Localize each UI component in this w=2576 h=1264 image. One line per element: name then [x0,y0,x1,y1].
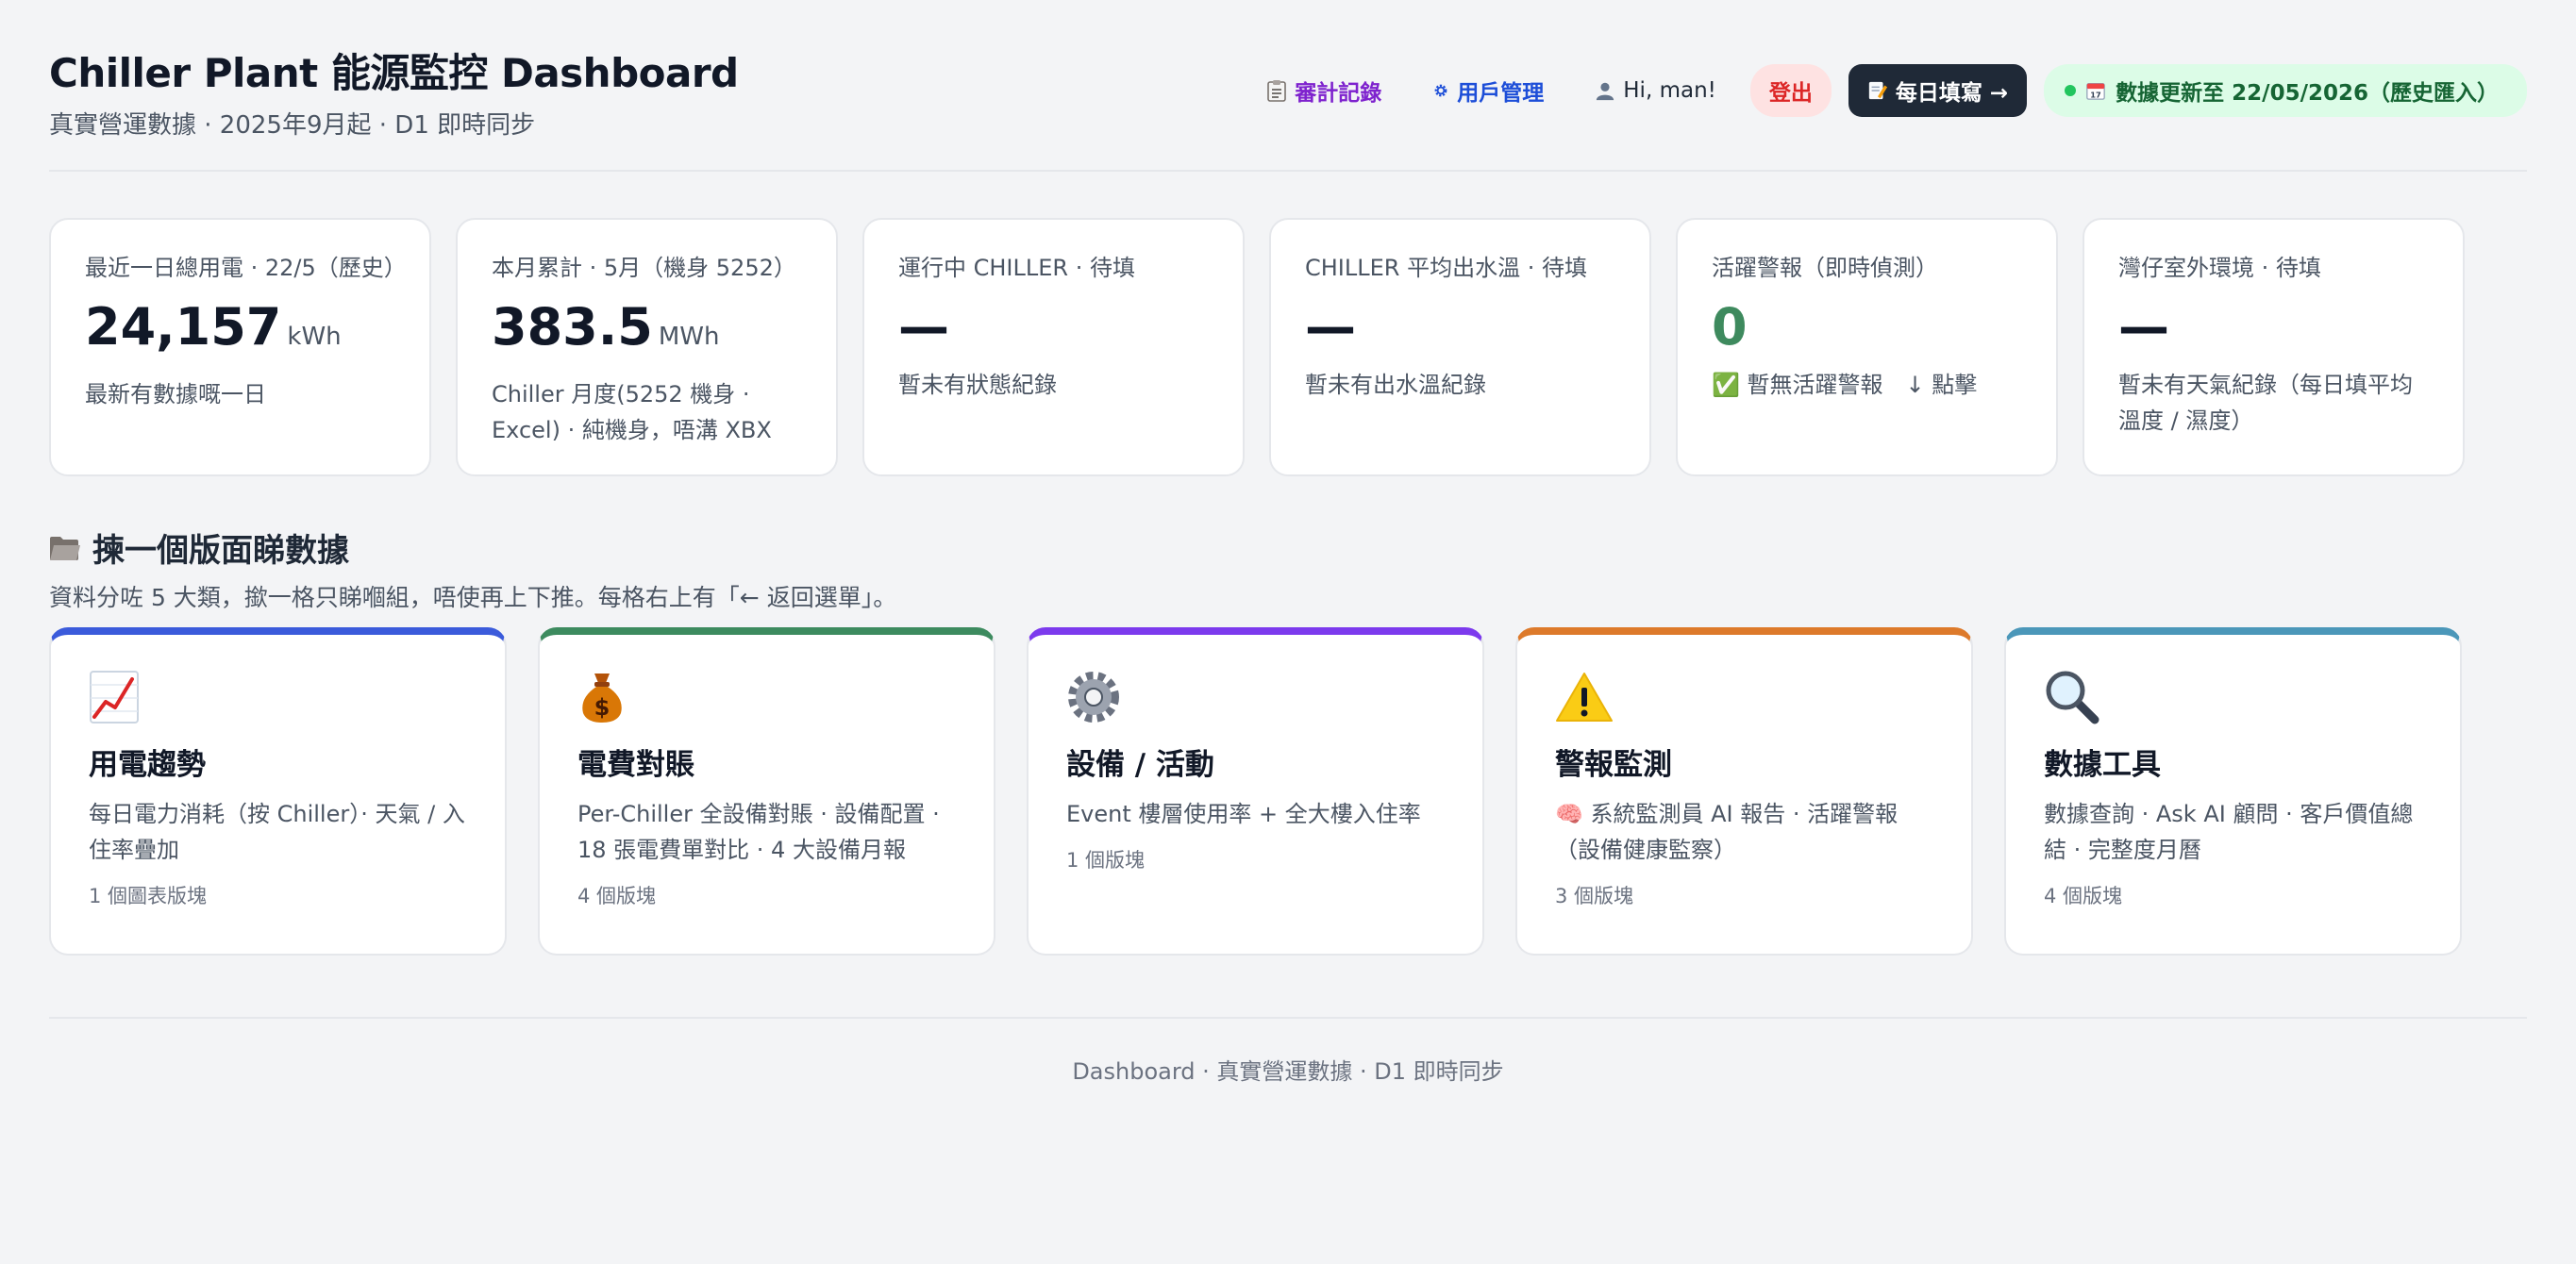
panel-title: 警報監測 [1555,748,1672,782]
audit-log-label: 審計記錄 [1295,81,1382,106]
status-text: 數據更新至 22/05/2026（歷史匯入） [2116,81,2499,106]
kpi-unit: kWh [287,323,342,351]
kpi-card-active-alarms[interactable]: 活躍警報（即時偵測） 0 ✅ 暫無活躍警報 ↓ 點擊 [1676,218,2058,476]
panel-description: 數據查詢 · Ask AI 顧問 · 客戶價值總結 · 完整度月曆 [2044,801,2414,863]
kpi-card-running-chillers: 運行中 CHILLER · 待填 — 暫未有狀態紀錄 [862,218,1245,476]
panel-description: 🧠 系統監測員 AI 報告 · 活躍警報（設備健康監察） [1555,801,1899,863]
kpi-card-monthly-total: 本月累計 · 5月（機身 5252） 383.5 MWh Chiller 月度(5… [456,218,838,476]
panel-energy-trend[interactable]: 用電趨勢 每日電力消耗（按 Chiller）· 天氣 / 入住率疊加 1 個圖表… [49,627,507,956]
kpi-note: ✅ 暫無活躍警報 ↓ 點擊 [1712,372,1978,398]
panel-title: 設備 / 活動 [1066,748,1214,782]
memo-icon [1867,80,1888,101]
kpi-number: 24,157 [85,297,282,357]
panel-description: Event 樓層使用率 + 全大樓入住率 [1066,801,1421,827]
money-bag-icon: $ [577,667,956,727]
panel-data-tools[interactable]: 數據工具 數據查詢 · Ask AI 顧問 · 客戶價值總結 · 完整度月曆 4… [2004,627,2462,956]
panel-title: 用電趨勢 [89,748,206,782]
header-actions: 審計記錄 用戶管理 Hi, man! 登出 每日填寫 → 17 數據更新至 22… [1249,63,2527,118]
kpi-number: — [898,297,949,357]
panel-count: 1 個版塊 [1066,849,1146,872]
panel-count: 4 個版塊 [2044,885,2123,907]
folder-icon [49,534,81,562]
calendar-icon: 17 [2085,80,2106,101]
page-subtitle: 真實營運數據 · 2025年9月起 · D1 即時同步 [49,111,536,140]
kpi-note: 暫未有出水溫紀錄 [1305,372,1486,398]
kpi-value: 24,157 kWh [85,297,395,367]
kpi-number: 0 [1712,297,1748,357]
kpi-label: 活躍警報（即時偵測） [1712,255,1938,281]
kpi-value: 383.5 MWh [492,297,802,367]
kpi-value: — [2118,297,2429,358]
kpi-value: — [1305,297,1615,358]
kpi-unit: MWh [658,323,720,351]
page-title: Chiller Plant 能源監控 Dashboard [49,50,739,96]
user-greeting: Hi, man! [1578,67,1733,114]
kpi-label: 運行中 CHILLER · 待填 [898,255,1135,281]
footer: Dashboard · 真實營運數據 · D1 即時同步 [49,1017,2527,1086]
kpi-label: 灣仔室外環境 · 待填 [2118,255,2321,281]
svg-text:$: $ [594,694,611,721]
kpi-number: — [2118,297,2169,357]
panel-title: 電費對賬 [577,748,694,782]
kpi-cards: 最近一日總用電 · 22/5（歷史） 24,157 kWh 最新有數據嘅一日 本月… [49,218,2465,476]
section-title-text: 揀一個版面睇數據 [92,532,349,570]
magnifier-icon [2044,667,2422,727]
svg-text:17: 17 [2090,90,2101,99]
kpi-card-outdoor-env: 灣仔室外環境 · 待填 — 暫未有天氣紀錄（每日填平均溫度 / 濕度） [2083,218,2465,476]
kpi-label: 最近一日總用電 · 22/5（歷史） [85,255,407,281]
greeting-text: Hi, man! [1623,78,1716,103]
kpi-card-daily-usage: 最近一日總用電 · 22/5（歷史） 24,157 kWh 最新有數據嘅一日 [49,218,431,476]
gear-icon [1066,667,1445,727]
kpi-label: 本月累計 · 5月（機身 5252） [492,255,796,281]
warning-icon [1555,667,1933,727]
kpi-value: — [898,297,1209,358]
panel-menu: 用電趨勢 每日電力消耗（按 Chiller）· 天氣 / 入住率疊加 1 個圖表… [49,627,2462,956]
user-icon [1595,80,1615,101]
panel-equipment[interactable]: 設備 / 活動 Event 樓層使用率 + 全大樓入住率 1 個版塊 [1027,627,1484,956]
panel-description: 每日電力消耗（按 Chiller）· 天氣 / 入住率疊加 [89,801,465,863]
data-status-badge: 17 數據更新至 22/05/2026（歷史匯入） [2044,64,2527,117]
logout-button[interactable]: 登出 [1749,64,1832,117]
status-dot [2065,85,2077,96]
panel-count: 3 個版塊 [1555,885,1634,907]
kpi-note: Chiller 月度(5252 機身 · Excel) · 純機身，唔溝 XBX [492,381,772,443]
audit-log-link[interactable]: 審計記錄 [1249,63,1398,118]
header: Chiller Plant 能源監控 Dashboard 真實營運數據 · 20… [49,0,2527,172]
kpi-value: 0 [1712,297,2022,358]
panel-billing[interactable]: $ 電費對賬 Per-Chiller 全設備對賬 · 設備配置 · 18 張電費… [538,627,995,956]
panel-title: 數據工具 [2044,748,2161,782]
panel-count: 1 個圖表版塊 [89,885,208,907]
section-title: 揀一個版面睇數據 [49,524,349,571]
user-management-link[interactable]: 用戶管理 [1415,63,1561,118]
section-description: 資料分咗 5 大類，撳一格只睇嗰組，唔使再上下推。每格右上有「← 返回選單」。 [49,584,897,611]
user-management-label: 用戶管理 [1457,81,1545,106]
kpi-number: — [1305,297,1356,357]
kpi-note: 暫未有天氣紀錄（每日填平均溫度 / 濕度） [2118,372,2413,434]
kpi-label: CHILLER 平均出水溫 · 待填 [1305,255,1587,281]
chart-icon [89,667,467,727]
panel-alarm-monitoring[interactable]: 警報監測 🧠 系統監測員 AI 報告 · 活躍警報（設備健康監察） 3 個版塊 [1515,627,1973,956]
daily-entry-button[interactable]: 每日填寫 → [1848,64,2028,117]
kpi-note: 暫未有狀態紀錄 [898,372,1057,398]
dashboard-page: Chiller Plant 能源監控 Dashboard 真實營運數據 · 20… [0,0,2576,1264]
daily-entry-label: 每日填寫 → [1895,81,2009,106]
gear-small-icon [1432,82,1449,99]
kpi-number: 383.5 [492,297,653,357]
panel-description: Per-Chiller 全設備對賬 · 設備配置 · 18 張電費單對比 · 4… [577,801,940,863]
kpi-note: 最新有數據嘅一日 [85,381,266,407]
clipboard-icon [1266,79,1287,102]
panel-count: 4 個版塊 [577,885,657,907]
kpi-card-supply-temp: CHILLER 平均出水溫 · 待填 — 暫未有出水溫紀錄 [1269,218,1651,476]
